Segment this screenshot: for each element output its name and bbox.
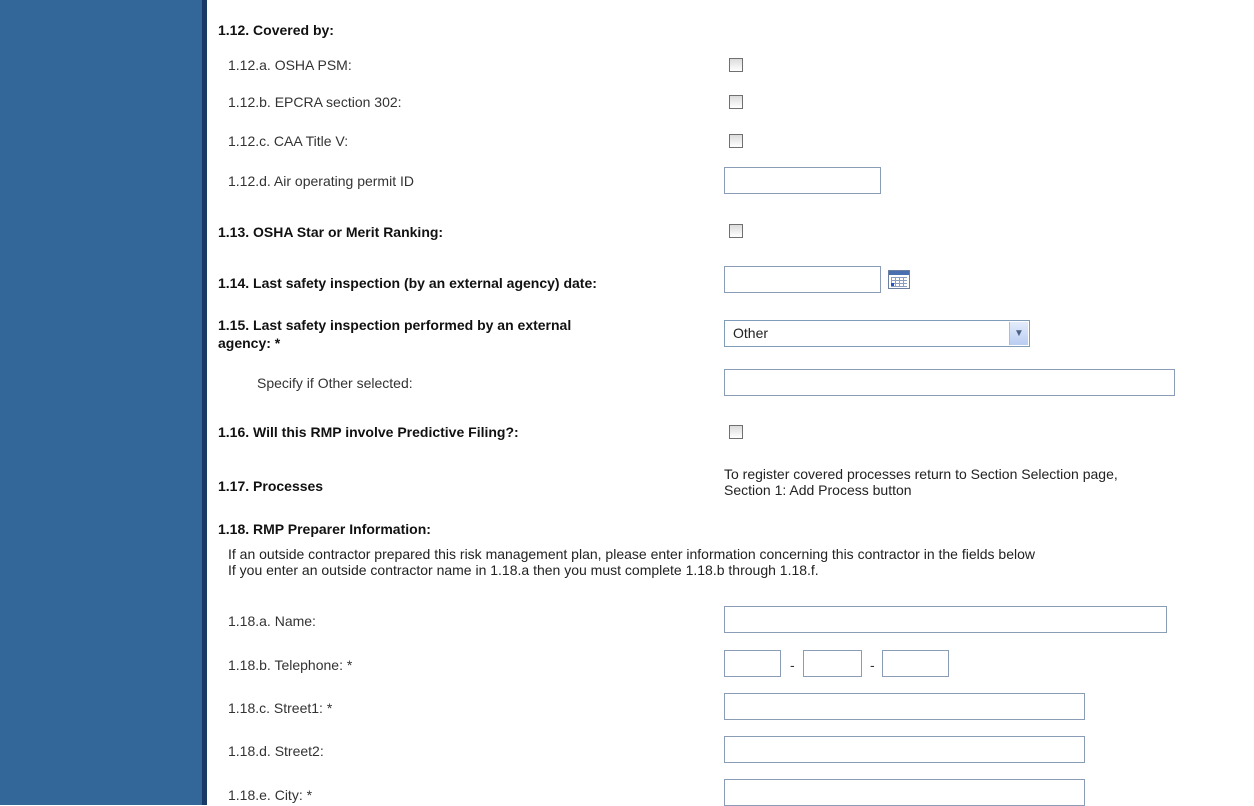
- preparer-info-line1: If an outside contractor prepared this r…: [228, 546, 1035, 562]
- specify-other-label: Specify if Other selected:: [257, 375, 413, 391]
- left-sidebar: [0, 0, 207, 805]
- epcra-302-checkbox[interactable]: [729, 95, 743, 109]
- inspection-date-input[interactable]: [724, 266, 881, 293]
- phone-area-code-input[interactable]: [724, 650, 781, 677]
- processes-note-line1: To register covered processes return to …: [724, 466, 1118, 482]
- preparer-street2-label: 1.18.d. Street2:: [228, 743, 324, 759]
- phone-separator: -: [790, 657, 795, 673]
- section-1-12-title: 1.12. Covered by:: [218, 22, 334, 38]
- phone-prefix-input[interactable]: [803, 650, 862, 677]
- osha-psm-checkbox[interactable]: [729, 58, 743, 72]
- osha-star-checkbox[interactable]: [729, 224, 743, 238]
- section-1-16-title: 1.16. Will this RMP involve Predictive F…: [218, 424, 519, 440]
- predictive-filing-checkbox[interactable]: [729, 425, 743, 439]
- chevron-down-icon[interactable]: ▼: [1009, 322, 1028, 345]
- section-1-14-title: 1.14. Last safety inspection (by an exte…: [218, 275, 597, 291]
- inspection-agency-select[interactable]: Other ▼: [724, 320, 1030, 347]
- osha-psm-label: 1.12.a. OSHA PSM:: [228, 57, 352, 73]
- preparer-street1-label: 1.18.c. Street1: *: [228, 700, 333, 716]
- air-permit-id-label: 1.12.d. Air operating permit ID: [228, 173, 414, 189]
- preparer-street1-input[interactable]: [724, 693, 1085, 720]
- preparer-phone-label: 1.18.b. Telephone: *: [228, 657, 353, 673]
- preparer-name-label: 1.18.a. Name:: [228, 613, 316, 629]
- preparer-city-input[interactable]: [724, 779, 1085, 806]
- caa-title-v-label: 1.12.c. CAA Title V:: [228, 133, 349, 149]
- preparer-city-label: 1.18.e. City: *: [228, 787, 313, 803]
- processes-note-line2: Section 1: Add Process button: [724, 482, 912, 498]
- calendar-icon[interactable]: [888, 270, 910, 289]
- epcra-302-label: 1.12.b. EPCRA section 302:: [228, 94, 402, 110]
- inspection-agency-value: Other: [733, 325, 769, 341]
- caa-title-v-checkbox[interactable]: [729, 134, 743, 148]
- section-1-15-title-line1: 1.15. Last safety inspection performed b…: [218, 317, 572, 333]
- section-1-15-title-line2: agency: *: [218, 335, 281, 351]
- air-permit-id-input[interactable]: [724, 167, 881, 194]
- section-1-17-title: 1.17. Processes: [218, 478, 324, 494]
- preparer-street2-input[interactable]: [724, 736, 1085, 763]
- preparer-info-line2: If you enter an outside contractor name …: [228, 562, 819, 578]
- section-1-18-title: 1.18. RMP Preparer Information:: [218, 521, 431, 537]
- section-1-13-title: 1.13. OSHA Star or Merit Ranking:: [218, 224, 444, 240]
- specify-other-input[interactable]: [724, 369, 1175, 396]
- preparer-name-input[interactable]: [724, 606, 1167, 633]
- phone-separator: -: [870, 657, 875, 673]
- phone-line-input[interactable]: [882, 650, 949, 677]
